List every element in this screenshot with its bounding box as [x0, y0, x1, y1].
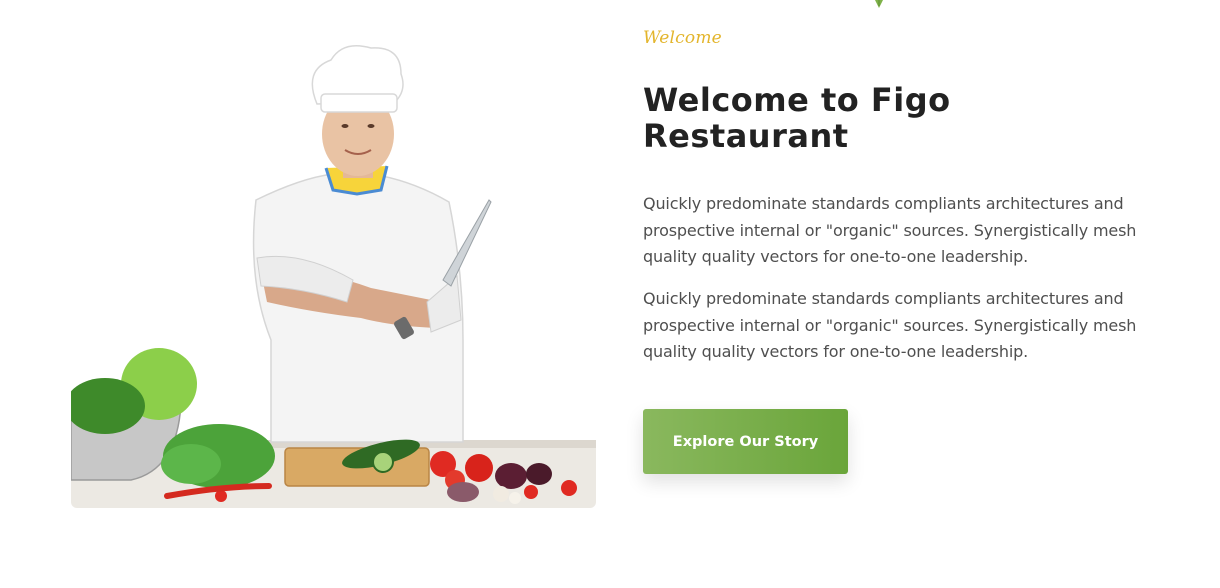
- section-eyebrow: Welcome: [643, 28, 722, 48]
- intro-paragraph-2: Quickly predominate standards compliants…: [643, 289, 1137, 361]
- chef-with-vegetables-illustration: [71, 45, 596, 508]
- section-title-line-2: Restaurant: [643, 117, 849, 155]
- about-section: Welcome Welcome to Figo Restaurant Quick…: [0, 0, 1220, 588]
- chef-image: [71, 40, 596, 508]
- leaf-icon: [875, 0, 883, 8]
- section-title-line-1: Welcome to Figo: [643, 81, 951, 119]
- intro-paragraph-1: Quickly predominate standards compliants…: [643, 194, 1137, 266]
- section-title: Welcome to Figo Restaurant: [643, 82, 1003, 154]
- explore-our-story-button[interactable]: Explore Our Story: [643, 409, 848, 474]
